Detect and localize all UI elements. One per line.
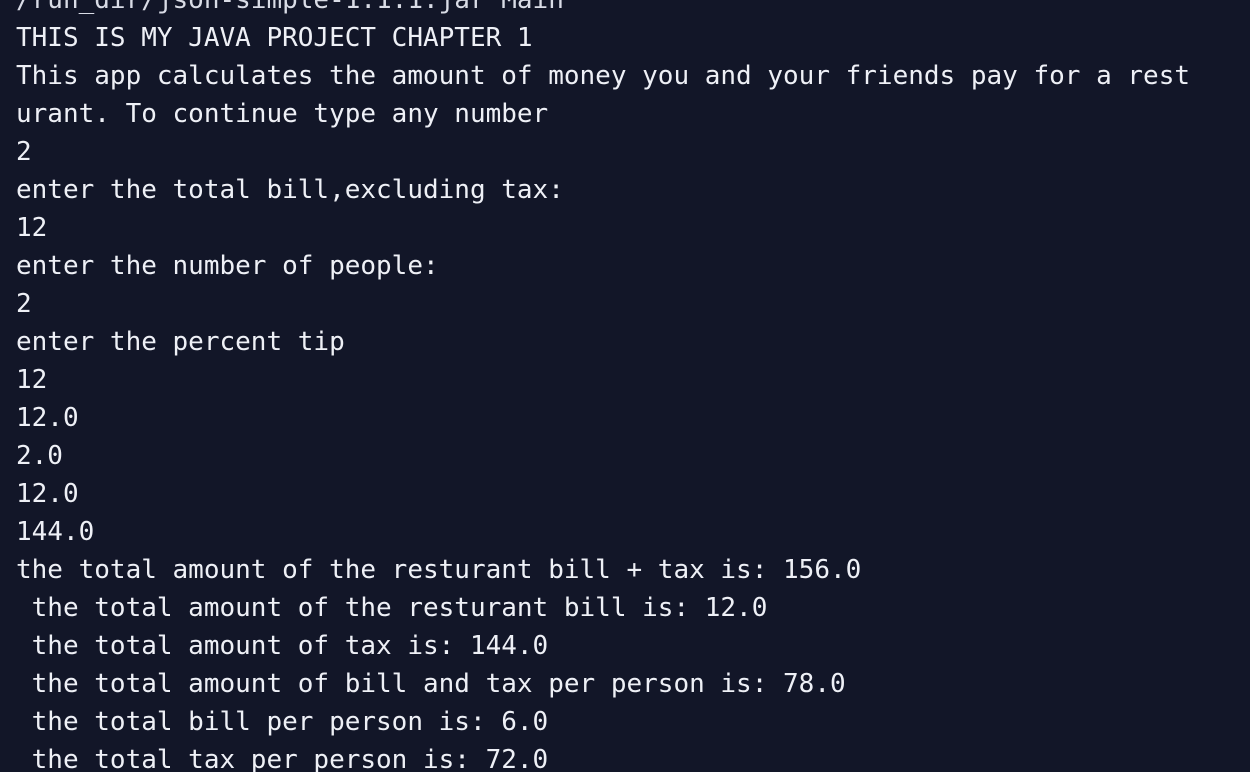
terminal-line: 12.0 <box>16 479 79 509</box>
terminal-prompt-line: enter the percent tip <box>16 327 345 357</box>
terminal-result-line: the total amount of the resturant bill +… <box>16 555 862 585</box>
terminal-result-line: the total amount of tax is: 144.0 <box>16 631 549 661</box>
terminal-input-line: 12 <box>16 365 48 395</box>
terminal-input-line: 12 <box>16 213 48 243</box>
terminal-line: 2.0 <box>16 441 63 471</box>
terminal-prompt-line: enter the total bill,excluding tax: <box>16 175 564 205</box>
terminal-result-line: the total tax per person is: 72.0 <box>16 745 549 772</box>
terminal-line-cut-off: /run_dir/json-simple-1.1.1.jar Main <box>16 0 564 15</box>
terminal-line: urant. To continue type any number <box>16 99 549 129</box>
terminal-result-line: the total amount of the resturant bill i… <box>16 593 768 623</box>
terminal-line: THIS IS MY JAVA PROJECT CHAPTER 1 <box>16 23 533 53</box>
terminal-output: /run_dir/json-simple-1.1.1.jar Main THIS… <box>16 0 1250 772</box>
terminal-window[interactable]: /run_dir/json-simple-1.1.1.jar Main THIS… <box>0 0 1250 772</box>
terminal-line: 144.0 <box>16 517 95 547</box>
terminal-line: This app calculates the amount of money … <box>16 61 1190 91</box>
terminal-prompt-line: enter the number of people: <box>16 251 439 281</box>
terminal-input-line: 2 <box>16 137 32 167</box>
terminal-input-line: 2 <box>16 289 32 319</box>
terminal-result-line: the total amount of bill and tax per per… <box>16 669 846 699</box>
terminal-result-line: the total bill per person is: 6.0 <box>16 707 549 737</box>
terminal-line: 12.0 <box>16 403 79 433</box>
